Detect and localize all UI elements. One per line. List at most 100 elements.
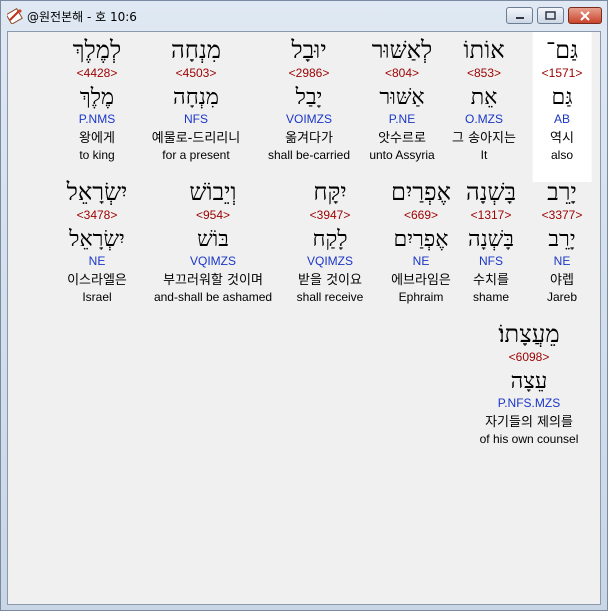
word-block[interactable]: בָּשְׁנָה <1317> בָּשְׁנָה NFS 수치를 shame [466,178,516,305]
parsing-code: VOIMZS [285,112,333,126]
hebrew-lexeme: גַּם [551,85,573,110]
app-window: @원전본해 - 호 10:6 גַּם־ <1571> גַּם AB 역시 also או… [0,0,608,611]
hebrew-lexeme: בָּשְׁנָה [467,227,514,252]
word-block[interactable]: יָרֵב <3377> יָרֵב NE 야렙 Jareb [542,178,583,305]
korean-gloss: 부끄러워할 것이며 [163,273,263,288]
korean-gloss: 에브라임은 [391,273,451,288]
english-gloss: for a present [162,148,230,162]
strongs-number[interactable]: <1571> [542,66,583,81]
parsing-code: NE [88,254,106,268]
hebrew-lexeme: יָבַל [295,85,323,110]
korean-gloss: 그 송아지는 [452,131,516,146]
strongs-number[interactable]: <4503> [152,66,240,81]
hebrew-lexeme: יָרֵב [548,227,576,252]
hebrew-word: יִקָּח [313,178,347,206]
title-bar[interactable]: @원전본해 - 호 10:6 [1,1,607,31]
hebrew-word: אֶפְרַיִם [390,178,452,206]
korean-gloss: 역시 [550,131,574,146]
parsing-code: VQIMZS [306,254,354,268]
app-icon [7,8,23,24]
korean-gloss: 앗수르로 [378,131,426,146]
parsing-code: NFS [478,254,503,268]
korean-gloss: 수치를 [473,273,509,288]
maximize-button[interactable] [537,7,564,24]
english-gloss: Ephraim [398,290,444,304]
strongs-number[interactable]: <1317> [466,208,516,223]
word-block[interactable]: יִקָּח <3947> לָקַח VQIMZS 받을 것이요 shall recei… [297,178,364,305]
hebrew-word: לְמֶלֶךְ [72,36,122,64]
word-block[interactable]: גַּם־ <1571> גַּם AB 역시 also [532,32,592,182]
hebrew-word: מִנְחָה [170,36,222,64]
word-block[interactable]: יוּבָל <2986> יָבַל VOIMZS 옮겨다가 shall be-carr… [268,36,350,163]
strongs-number[interactable]: <2986> [268,66,350,81]
korean-gloss: 받을 것이요 [298,273,362,288]
minimize-button[interactable] [506,7,533,24]
hebrew-word: מֵעֲצָתוֹ׃ [498,320,560,348]
korean-gloss: 야렙 [550,273,574,288]
korean-gloss: 예물로-드리리니 [151,131,241,146]
hebrew-lexeme: בּוֹשׁ [197,227,229,252]
parsing-code: P.NMS [78,112,116,126]
hebrew-word: לְאַשּׁוּר [371,36,433,64]
word-block[interactable]: לְמֶלֶךְ <4428> מֶלֶךְ P.NMS 왕에게 to king [73,36,121,163]
english-gloss: shall receive [296,290,364,304]
english-gloss: shall be-carried [267,148,351,162]
close-icon [580,10,590,21]
word-block[interactable]: יִשְׂרָאֵל <3478> יִשְׂרָאֵל NE 이스라엘은 Israel [67,178,128,305]
english-gloss: to king [79,148,115,162]
hebrew-lexeme: מִנְחָה [173,85,219,110]
hebrew-lexeme: אַשּׁוּר [379,85,425,110]
hebrew-lexeme: אֵת [470,85,498,110]
english-gloss: and-shall be ashamed [153,290,273,304]
english-gloss: of his own counsel [479,432,579,446]
hebrew-word: יִשְׂרָאֵל [66,178,128,206]
parsing-code: O.MZS [465,112,503,126]
maximize-icon [545,11,556,20]
strongs-number[interactable]: <3947> [297,208,364,223]
hebrew-word: יָרֵב [547,178,577,206]
english-gloss: unto Assyria [369,148,435,162]
strongs-number[interactable]: <804> [369,66,434,81]
strongs-number[interactable]: <669> [391,208,451,223]
strongs-number[interactable]: <853> [452,66,516,81]
korean-gloss: 옮겨다가 [285,131,333,146]
minimize-icon [515,16,524,19]
korean-gloss: 자기들의 제의를 [485,415,573,430]
word-block[interactable]: מֵעֲצָתוֹ׃ <6098> עֵצָה P.NFS.MZS 자기들의 제의를 of… [480,320,579,447]
strongs-number[interactable]: <3377> [542,208,583,223]
close-button[interactable] [568,7,602,24]
parsing-code: AB [553,112,570,126]
strongs-number[interactable]: <954> [154,208,272,223]
hebrew-lexeme: עֵצָה [510,369,548,394]
english-gloss: It [480,148,488,162]
hebrew-word: אוֹתוֹ [463,36,505,64]
hebrew-lexeme: מֶלֶךְ [79,85,115,110]
hebrew-lexeme: לָקַח [312,227,348,252]
strongs-number[interactable]: <3478> [67,208,128,223]
korean-gloss: 왕에게 [79,131,115,146]
english-gloss: also [550,148,573,162]
word-block[interactable]: לְאַשּׁוּר <804> אַשּׁוּר P.NE 앗수르로 unto Assy… [369,36,434,163]
parsing-code: VQIMZS [189,254,237,268]
strongs-number[interactable]: <6098> [480,350,579,365]
english-gloss: Jareb [546,290,578,304]
parsing-code: P.NE [388,112,416,126]
strongs-number[interactable]: <4428> [73,66,121,81]
parsing-code: NE [553,254,571,268]
parsing-code: NFS [183,112,208,126]
hebrew-lexeme: יִשְׂרָאֵל [69,227,125,252]
hebrew-word: גַּם־ [545,36,579,64]
word-block[interactable]: וְיֵבוֹשׁ <954> בּוֹשׁ VQIMZS 부끄러워할 것이며 and-s… [154,178,272,305]
hebrew-word: יוּבָל [291,36,327,64]
window-title: @원전본해 - 호 10:6 [27,10,137,24]
word-block[interactable]: מִנְחָה <4503> מִנְחָה NFS 예물로-드리리니 for a pre… [152,36,240,163]
parsing-code: P.NFS.MZS [497,396,561,410]
parsing-code: NE [412,254,430,268]
hebrew-word: בָּשְׁנָה [465,178,517,206]
interlinear-pane: גַּם־ <1571> גַּם AB 역시 also אוֹתוֹ <853> אֵת O.M… [7,31,601,605]
word-block[interactable]: אֶפְרַיִם <669> אֶפְרַיִם NE 에브라임은 Ephraim [391,178,451,305]
english-gloss: Israel [82,290,112,304]
hebrew-lexeme: אֶפְרַיִם [393,227,449,252]
word-block[interactable]: אוֹתוֹ <853> אֵת O.MZS 그 송아지는 It [452,36,516,163]
english-gloss: shame [472,290,510,304]
